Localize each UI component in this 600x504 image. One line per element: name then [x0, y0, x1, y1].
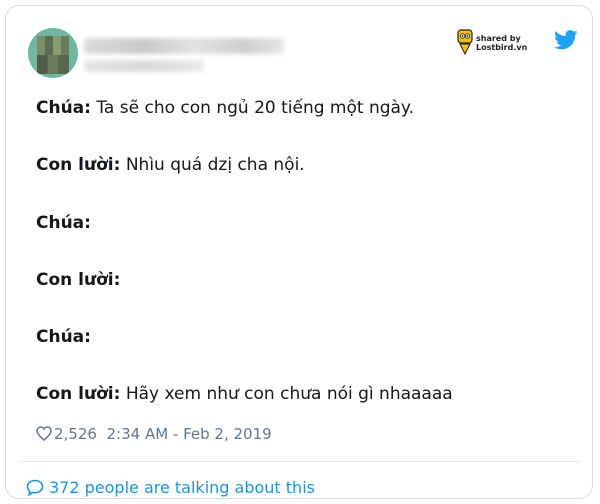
heart-icon[interactable] — [36, 426, 52, 441]
utterance: Hãy xem như con chưa nói gì nhaaaaa — [120, 384, 453, 404]
divider — [18, 461, 580, 462]
conversation-link[interactable]: 372 people are talking about this — [26, 478, 315, 497]
dialogue-line: Con lười: Hãy xem như con chưa nói gì nh… — [36, 384, 453, 404]
speech-bubble-icon — [26, 479, 44, 496]
brand-label: Lostbird.vn — [476, 43, 528, 52]
utterance: Ta sẽ cho con ngủ 20 tiếng một ngày. — [90, 98, 414, 118]
lostbird-logo-icon — [457, 29, 473, 56]
blurred-username[interactable] — [84, 60, 204, 72]
twitter-bird-icon[interactable] — [554, 30, 578, 50]
speaker: Chúa: — [36, 327, 91, 347]
tweet-header: shared by Lostbird.vn — [28, 28, 578, 88]
dialogue-line: Con lười: Nhìu quá dzị cha nội. — [36, 155, 305, 175]
talking-label[interactable]: 372 people are talking about this — [49, 478, 315, 497]
dialogue-line: Chúa: Ta sẽ cho con ngủ 20 tiếng một ngà… — [36, 98, 414, 118]
dialogue-line: Chúa: — [36, 213, 91, 233]
timestamp[interactable]: 2:34 AM - Feb 2, 2019 — [107, 425, 272, 443]
dialogue-line: Con lười: — [36, 270, 120, 290]
speaker: Con lười: — [36, 155, 121, 175]
utterance: Nhìu quá dzị cha nội. — [120, 155, 305, 175]
speaker: Con lười: — [36, 270, 121, 290]
tweet-meta: 2,526 2:34 AM - Feb 2, 2019 — [36, 425, 272, 443]
tweet-card: shared by Lostbird.vn Chúa: Ta sẽ cho co… — [5, 5, 593, 499]
lostbird-watermark: shared by Lostbird.vn — [456, 28, 528, 62]
avatar[interactable] — [28, 28, 78, 78]
shared-by-label: shared by — [476, 34, 521, 43]
dialogue-line: Chúa: — [36, 327, 91, 347]
blurred-display-name[interactable] — [84, 38, 284, 54]
speaker: Chúa: — [36, 98, 91, 118]
speaker: Con lười: — [36, 384, 121, 404]
like-count[interactable]: 2,526 — [54, 425, 97, 443]
speaker: Chúa: — [36, 213, 91, 233]
